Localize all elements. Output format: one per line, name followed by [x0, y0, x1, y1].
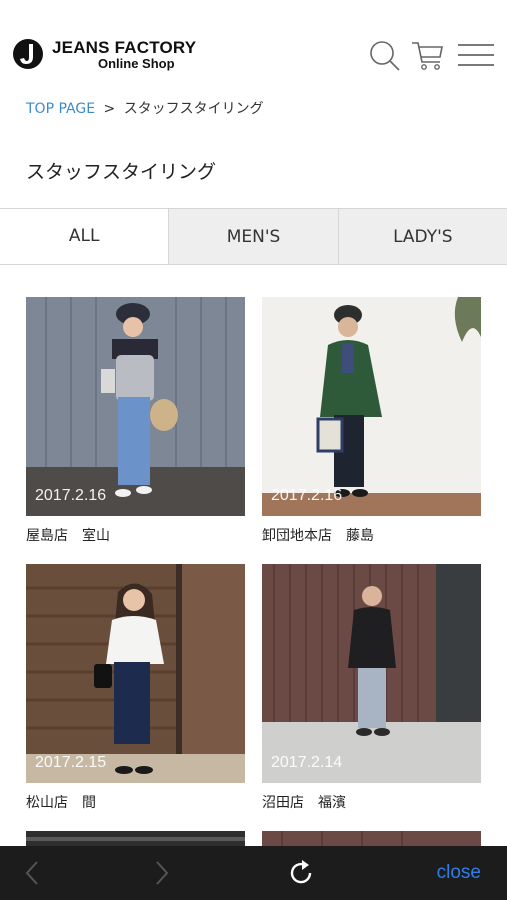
search-icon[interactable]	[366, 38, 402, 72]
styling-photo[interactable]	[26, 831, 245, 846]
post-date: 2017.2.16	[35, 487, 107, 504]
styling-photo[interactable]: 2017.2.16	[26, 297, 245, 516]
cart-icon[interactable]	[410, 38, 446, 72]
styling-card[interactable]	[262, 831, 481, 846]
styling-photo[interactable]: 2017.2.15	[26, 564, 245, 783]
logo-mark-icon	[13, 39, 43, 69]
tab-ladys[interactable]: LADY'S	[337, 209, 507, 264]
breadcrumb-home-link[interactable]: TOP PAGE	[26, 101, 95, 117]
staff-caption: 沼田店 福濱	[262, 795, 346, 811]
tab-mens[interactable]: MEN'S	[168, 209, 338, 264]
logo-title: JEANS FACTORY	[52, 38, 197, 57]
logo-subtitle: Online Shop	[98, 56, 175, 71]
menu-icon[interactable]	[458, 38, 494, 72]
styling-photo[interactable]: 2017.2.16	[262, 297, 481, 516]
site-logo[interactable]: JEANS FACTORY Online Shop	[12, 36, 242, 76]
tab-all[interactable]: ALL	[0, 209, 169, 264]
post-date: 2017.2.14	[271, 754, 343, 771]
styling-photo[interactable]: 2017.2.14	[262, 564, 481, 783]
close-button[interactable]: close	[437, 862, 481, 884]
category-tabs: ALL MEN'S LADY'S	[0, 208, 507, 265]
back-icon[interactable]	[24, 860, 40, 886]
post-date: 2017.2.15	[35, 754, 107, 771]
staff-caption: 屋島店 室山	[26, 528, 110, 544]
breadcrumb: TOP PAGE > スタッフスタイリング	[26, 98, 264, 118]
browser-bottom-bar: close	[0, 846, 507, 900]
page-title: スタッフスタイリング	[26, 161, 217, 183]
site-header: JEANS FACTORY Online Shop	[0, 0, 507, 84]
styling-photo[interactable]	[262, 831, 481, 846]
forward-icon[interactable]	[154, 860, 170, 886]
styling-card[interactable]	[26, 831, 245, 846]
staff-caption: 卸団地本店 藤島	[262, 528, 374, 544]
reload-icon[interactable]	[288, 859, 316, 887]
staff-caption: 松山店 間	[26, 795, 96, 811]
breadcrumb-current: スタッフスタイリング	[123, 101, 264, 117]
breadcrumb-separator: >	[103, 101, 116, 117]
post-date: 2017.2.16	[271, 487, 343, 504]
